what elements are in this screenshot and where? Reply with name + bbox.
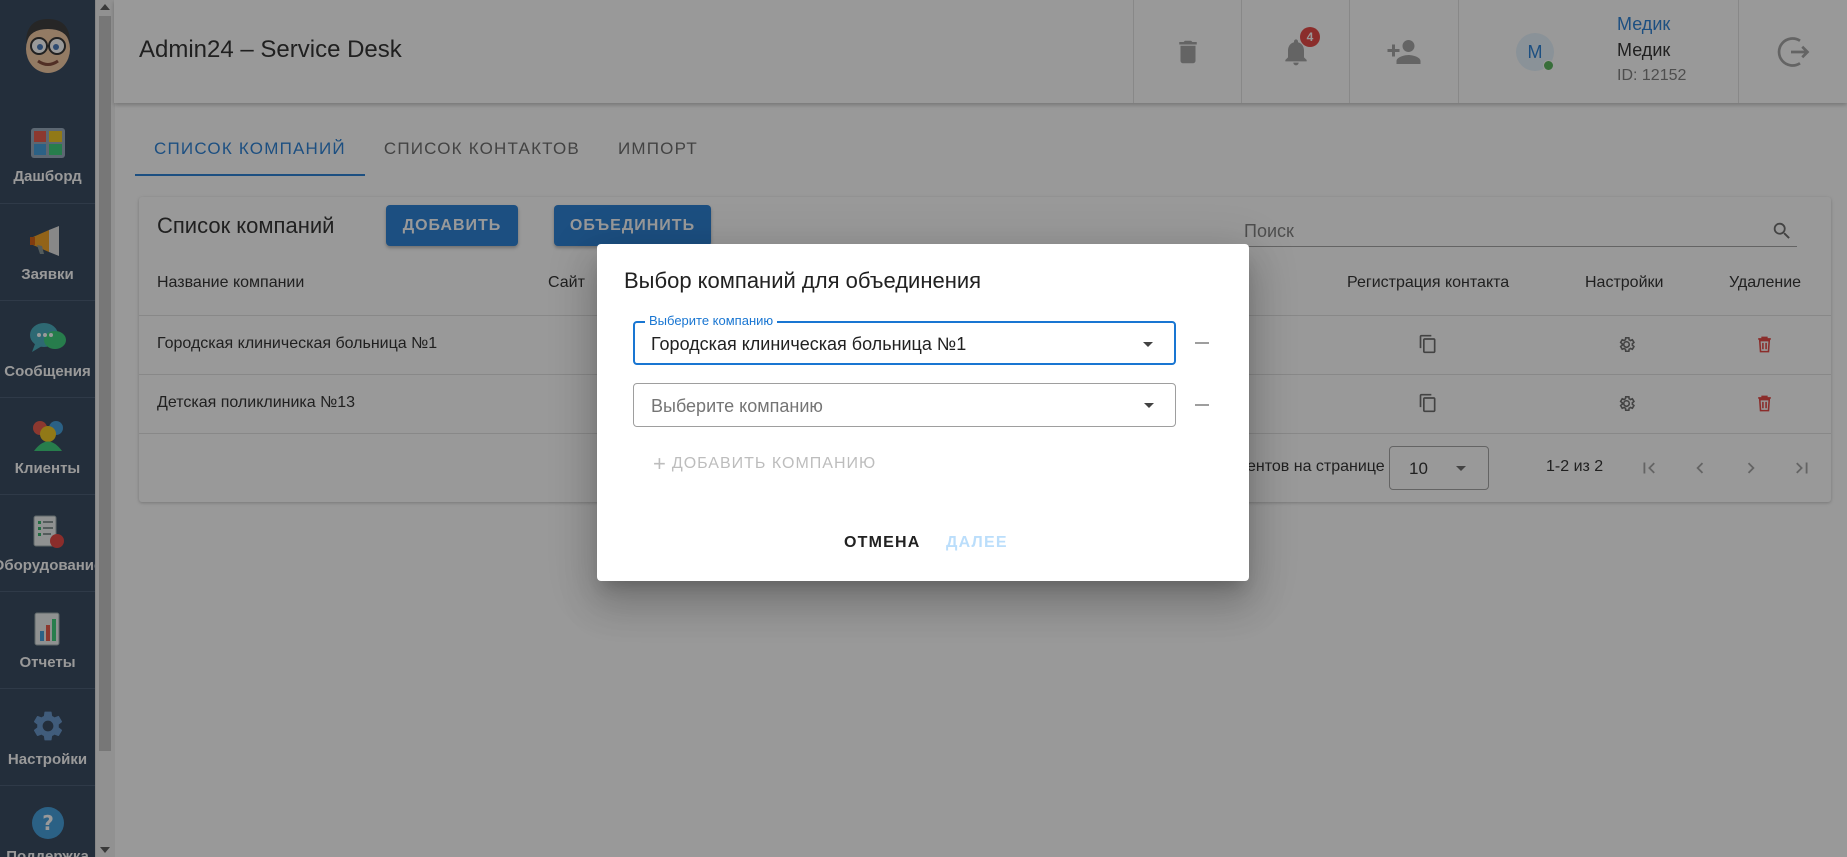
remove-company-1-button[interactable]	[1189, 330, 1215, 356]
chevron-down-icon	[1143, 342, 1153, 347]
merge-companies-dialog: Выбор компаний для объединения Выберите …	[597, 244, 1249, 581]
dialog-actions: ОТМЕНА ДАЛЕЕ	[597, 534, 1249, 564]
cancel-button[interactable]: ОТМЕНА	[844, 534, 921, 552]
add-company-to-merge-button[interactable]: + ДОБАВИТЬ КОМПАНИЮ	[653, 451, 877, 476]
chevron-down-icon	[1144, 403, 1154, 408]
plus-icon: +	[653, 451, 667, 476]
minus-icon	[1195, 404, 1209, 406]
dialog-title: Выбор компаний для объединения	[624, 268, 982, 293]
company-select-placeholder: Выберите компанию	[651, 396, 823, 416]
company-select-2[interactable]: Выберите компанию	[633, 383, 1176, 427]
minus-icon	[1195, 342, 1209, 344]
company-select-value: Городская клиническая больница №1	[651, 334, 967, 354]
remove-company-2-button[interactable]	[1189, 392, 1215, 418]
next-button[interactable]: ДАЛЕЕ	[946, 534, 1008, 552]
add-company-label: ДОБАВИТЬ КОМПАНИЮ	[671, 455, 877, 472]
company-select-label: Выберите компанию	[645, 313, 778, 328]
company-select-1[interactable]: Выберите компанию Городская клиническая …	[633, 313, 1176, 365]
